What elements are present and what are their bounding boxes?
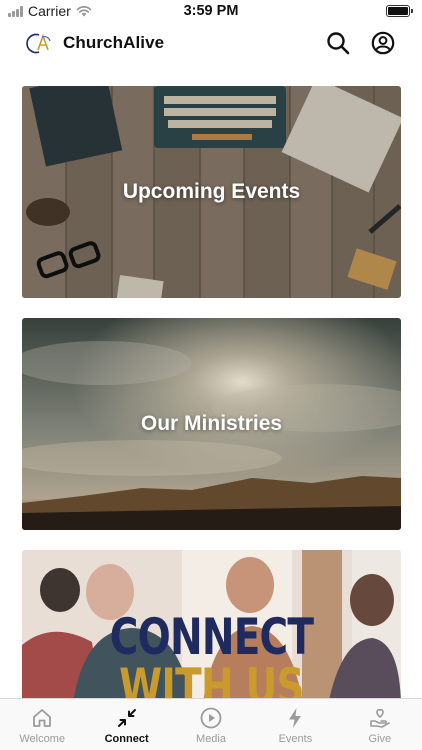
home-icon <box>33 709 52 727</box>
card-title-upcoming-events: Upcoming Events <box>122 180 301 203</box>
search-icon <box>327 32 350 55</box>
tab-connect[interactable]: Connect <box>84 699 168 750</box>
tab-label-events: Events <box>278 733 313 745</box>
tab-label-connect: Connect <box>104 733 149 745</box>
lightning-icon <box>289 708 302 728</box>
bottom-tab-bar: Welcome Connect Media Events Give <box>0 698 422 750</box>
tab-give[interactable]: Give <box>338 699 422 750</box>
connect-with-us-card[interactable]: CONNECT WITH US <box>22 550 401 710</box>
search-button[interactable] <box>325 30 351 56</box>
status-bar: Carrier 3:59 PM <box>0 0 422 22</box>
tab-label-give: Give <box>368 733 392 745</box>
connect-arrows-icon <box>117 709 136 727</box>
app-header: ChurchAlive <box>0 22 422 66</box>
profile-icon <box>371 31 395 55</box>
status-time: 3:59 PM <box>183 3 239 19</box>
tab-media[interactable]: Media <box>169 699 253 750</box>
tab-label-welcome: Welcome <box>19 733 66 745</box>
tab-events[interactable]: Events <box>253 699 337 750</box>
battery-icon <box>386 5 413 17</box>
our-ministries-card[interactable]: Our Ministries <box>22 318 401 530</box>
card-title-our-ministries: Our Ministries <box>140 412 283 435</box>
app-title: ChurchAlive <box>63 33 165 52</box>
play-icon <box>200 707 222 729</box>
tab-label-media: Media <box>196 733 226 745</box>
churchalive-logo <box>26 33 51 54</box>
tab-welcome[interactable]: Welcome <box>0 699 84 750</box>
upcoming-events-card[interactable]: Upcoming Events <box>22 86 401 298</box>
heart-hand-icon <box>370 708 390 728</box>
profile-button[interactable] <box>370 30 396 56</box>
